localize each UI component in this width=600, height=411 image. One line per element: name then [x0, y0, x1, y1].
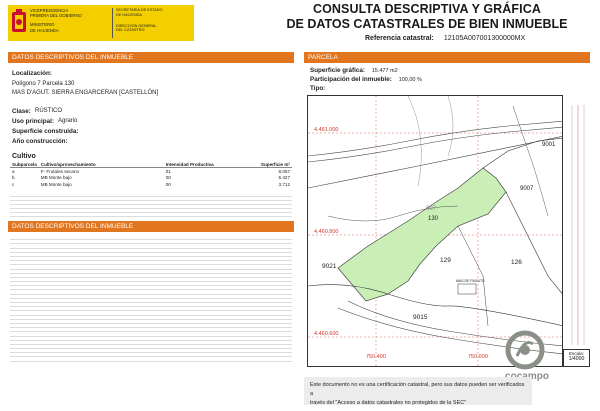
disclaimer-line2: través del "Acceso a datos catastrales n…: [310, 400, 467, 406]
directorate-name: SECRETARÍA DE ESTADO DE HACIENDA DIRECCI…: [112, 8, 192, 38]
cell-surface: 5.427: [278, 175, 291, 181]
map-drawing: 4.461.000 4.460.800 4.460.600 750.400 75…: [308, 96, 562, 366]
empty-table-rows: [10, 193, 292, 217]
boundary-line: [308, 284, 562, 326]
participation: Participación del inmueble: 100,00 %: [310, 76, 422, 83]
boundary-line: [505, 191, 562, 294]
page-title-line2: DE DATOS CATASTRALES DE BIEN INMUEBLE: [286, 17, 568, 31]
coord-label: 750.600: [468, 354, 488, 360]
table-row: b MB Monte bajo 00 5.427: [10, 175, 292, 182]
building-outline: [457, 283, 477, 295]
location-label: Localización:: [12, 70, 52, 77]
map-place-label: MAS DE PAGUTS: [456, 279, 485, 283]
map-scale: Escala: 1/4000: [563, 349, 590, 367]
type-label: Tipo:: [310, 85, 326, 92]
participation-label: Participación del inmueble:: [310, 76, 392, 83]
road-line: [308, 126, 562, 163]
location-line1: Polígono 7 Parcela 130: [12, 81, 75, 87]
section-header-descriptive-data-2: DATOS DESCRIPTIVOS DEL INMUEBLE: [8, 221, 294, 232]
cell-intensity: 00: [165, 175, 171, 181]
graphic-surface-value: 15.477 m2: [371, 68, 398, 74]
government-logo-block: VICEPRESIDENCIA PRIMERA DEL GOBIERNO MIN…: [8, 5, 194, 41]
cadastral-reference-label: Referencia catastral:: [365, 35, 434, 42]
boundary-line: [512, 105, 549, 217]
built-surface-label: Superficie construida:: [12, 128, 79, 135]
cell-crop: F- Frutales secano: [40, 168, 80, 174]
contour-line: [447, 96, 454, 157]
parcel-label: 9001: [542, 142, 556, 148]
crop-table: Subparcela Cultivo/aprovechamiento Inten…: [10, 161, 292, 188]
coord-label: 4.460.600: [314, 331, 338, 337]
road-line: [308, 120, 562, 157]
coord-label: 4.460.800: [314, 229, 338, 235]
table-row: a F- Frutales secano 01 8.057: [10, 168, 292, 175]
section-header-descriptive-data: DATOS DESCRIPTIVOS DEL INMUEBLE: [8, 52, 294, 63]
disclaimer-note: Este documento no es una certificación c…: [304, 377, 532, 406]
cell-intensity: 01: [165, 168, 171, 174]
table-row: c MB Monte bajo 00 3.712: [10, 181, 292, 188]
cell-subparcel: b: [12, 175, 15, 181]
disclaimer-line1: Este documento no es una certificación c…: [310, 382, 525, 397]
coat-of-arms-icon: [12, 9, 26, 32]
coord-label: 4.461.000: [314, 127, 338, 133]
main-use-label: Uso principal:: [12, 118, 54, 125]
graphic-surface-label: Superficie gráfica:: [310, 67, 365, 74]
contour-line: [407, 96, 422, 187]
parcel-label: 9015: [413, 314, 428, 321]
parcel-label: 130: [428, 216, 439, 222]
cocampo-logo-icon: [505, 330, 545, 370]
page-title-line1: CONSULTA DESCRIPTIVA Y GRÁFICA: [312, 2, 541, 16]
parcel-map[interactable]: 4.461.000 4.460.800 4.460.600 750.400 75…: [307, 95, 563, 367]
main-use-value: Agrario: [58, 118, 78, 124]
empty-data-lines: [10, 236, 292, 362]
cell-surface: 8.057: [278, 168, 291, 174]
cadastral-reference-value: 12105A007001300000MX: [443, 35, 526, 42]
ministry-name: VICEPRESIDENCIA PRIMERA DEL GOBIERNO MIN…: [30, 8, 82, 33]
construction-year-label: Año construcción:: [12, 138, 68, 145]
crop-section-title: Cultivo: [12, 153, 36, 160]
cell-crop: MB Monte bajo: [40, 175, 72, 181]
graphic-surface: Superficie gráfica: 15.477 m2: [310, 67, 398, 74]
class-label: Clase:: [12, 108, 31, 115]
cell-subparcel: a: [12, 168, 15, 174]
section-header-parcel: PARCELA: [304, 52, 590, 63]
type-field: Tipo:: [310, 85, 325, 92]
parcel-label: 129: [440, 257, 451, 264]
cell-surface: 3.712: [278, 181, 291, 187]
cadastral-reference: Referencia catastral: 12105A007001300000…: [365, 35, 525, 42]
coord-label: 750.400: [366, 354, 386, 360]
cell-subparcel: c: [12, 181, 15, 187]
parcel-label: 126: [511, 259, 522, 266]
parcel-label: 9007: [520, 186, 534, 192]
location-line2: MAS D'AGUT. SIERRA ENGARCERAN [CASTELLÓN…: [12, 90, 159, 96]
parcel-label: 007: [426, 206, 437, 212]
class-value: RÚSTICO: [35, 108, 62, 114]
boundary-line: [457, 225, 489, 327]
cell-intensity: 00: [165, 181, 171, 187]
participation-value: 100,00 %: [398, 77, 422, 83]
parcel-label: 9021: [322, 263, 337, 270]
map-side-annotations: [571, 105, 585, 345]
scale-value: 1/4000: [568, 356, 585, 362]
boundary-line: [308, 136, 562, 189]
cell-crop: MB Monte bajo: [40, 181, 72, 187]
